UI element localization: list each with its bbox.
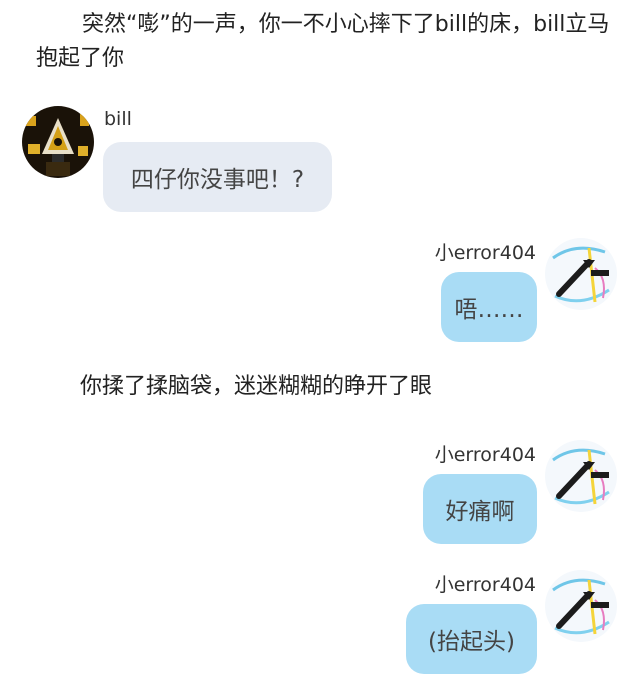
message-text: 唔…… [454, 297, 524, 323]
message-text: 四仔你没事吧！? [130, 167, 305, 193]
narration-text: 你揉了揉脑袋，迷迷糊糊的睁开了眼 [80, 374, 433, 399]
message-bubble[interactable]: 四仔你没事吧！? [103, 142, 332, 212]
user-avatar-image [545, 238, 617, 310]
sender-name: 小error404 [434, 444, 536, 466]
sender-name: 小error404 [434, 242, 536, 264]
sender-name: 小error404 [434, 574, 536, 596]
user-avatar-image [545, 440, 617, 512]
user-avatar[interactable] [545, 570, 617, 642]
narration-text: 突然“嘭”的一声，你一不小心摔下了bill的床，bill立马抱起了你 [36, 12, 610, 71]
user-avatar[interactable] [545, 238, 617, 310]
user-avatar-image [545, 570, 617, 642]
message-bubble[interactable]: 好痛啊 [423, 474, 537, 544]
message-text: (抬起头) [428, 629, 515, 655]
message-bubble[interactable]: 唔…… [441, 272, 537, 342]
message-text: 好痛啊 [445, 499, 515, 525]
bill-avatar[interactable] [22, 106, 94, 178]
user-avatar[interactable] [545, 440, 617, 512]
message-bubble[interactable]: (抬起头) [406, 604, 537, 674]
bill-avatar-image [22, 106, 94, 178]
sender-name: bill [104, 108, 132, 130]
